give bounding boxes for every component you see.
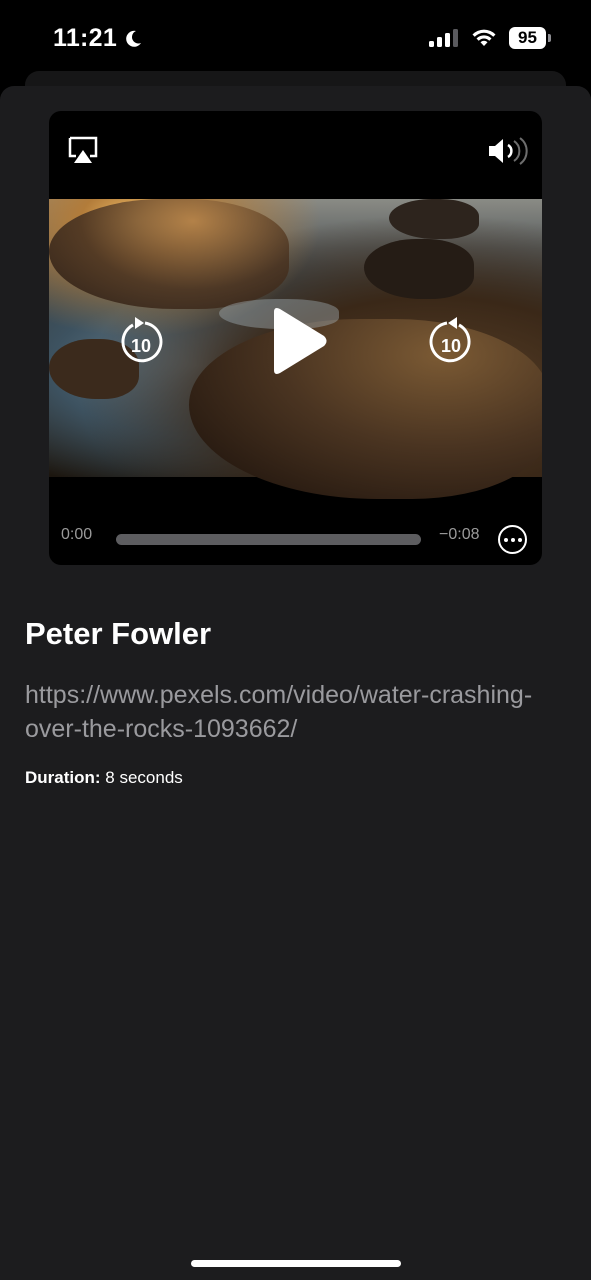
- duration-label: Duration:: [25, 768, 101, 787]
- more-options-icon[interactable]: [498, 525, 527, 554]
- video-url[interactable]: https://www.pexels.com/video/water-crash…: [25, 678, 570, 746]
- play-icon: [274, 308, 327, 374]
- duration-value: 8 seconds: [105, 768, 183, 787]
- battery-level: 95: [509, 27, 546, 49]
- battery-icon: 95: [509, 26, 551, 50]
- svg-text:10: 10: [441, 336, 461, 356]
- play-button[interactable]: [263, 305, 333, 377]
- video-author-title: Peter Fowler: [25, 616, 212, 651]
- wifi-icon: [472, 29, 496, 46]
- skip-forward-10-icon: 10: [429, 317, 471, 363]
- skip-back-button[interactable]: 10: [117, 315, 165, 367]
- video-thumbnail: 10 10: [49, 199, 542, 499]
- detail-sheet: 10 10 0:00 −0:08 Peter Fowler https://ww…: [0, 86, 591, 1280]
- status-time: 11:21: [53, 24, 143, 53]
- remaining-time: −0:08: [439, 526, 480, 543]
- playback-scrubber[interactable]: [116, 534, 421, 545]
- current-time: 0:00: [61, 526, 93, 543]
- clock-text: 11:21: [53, 24, 118, 52]
- volume-icon: [489, 137, 528, 165]
- duration-row: Duration: 8 seconds: [25, 768, 183, 788]
- cellular-signal-icon: [429, 29, 458, 47]
- airplay-button[interactable]: [65, 135, 101, 167]
- svg-text:10: 10: [131, 336, 151, 356]
- playback-bar: 0:00 −0:08: [49, 516, 542, 556]
- video-player[interactable]: 10 10 0:00 −0:08: [49, 111, 542, 565]
- status-indicators: 95: [429, 26, 551, 50]
- skip-back-10-icon: 10: [121, 317, 163, 363]
- home-indicator[interactable]: [191, 1260, 401, 1267]
- moon-icon: [126, 30, 142, 47]
- volume-button[interactable]: [486, 135, 530, 167]
- skip-forward-button[interactable]: 10: [427, 315, 475, 367]
- airplay-icon: [68, 136, 98, 163]
- status-bar: 11:21 95: [0, 0, 591, 80]
